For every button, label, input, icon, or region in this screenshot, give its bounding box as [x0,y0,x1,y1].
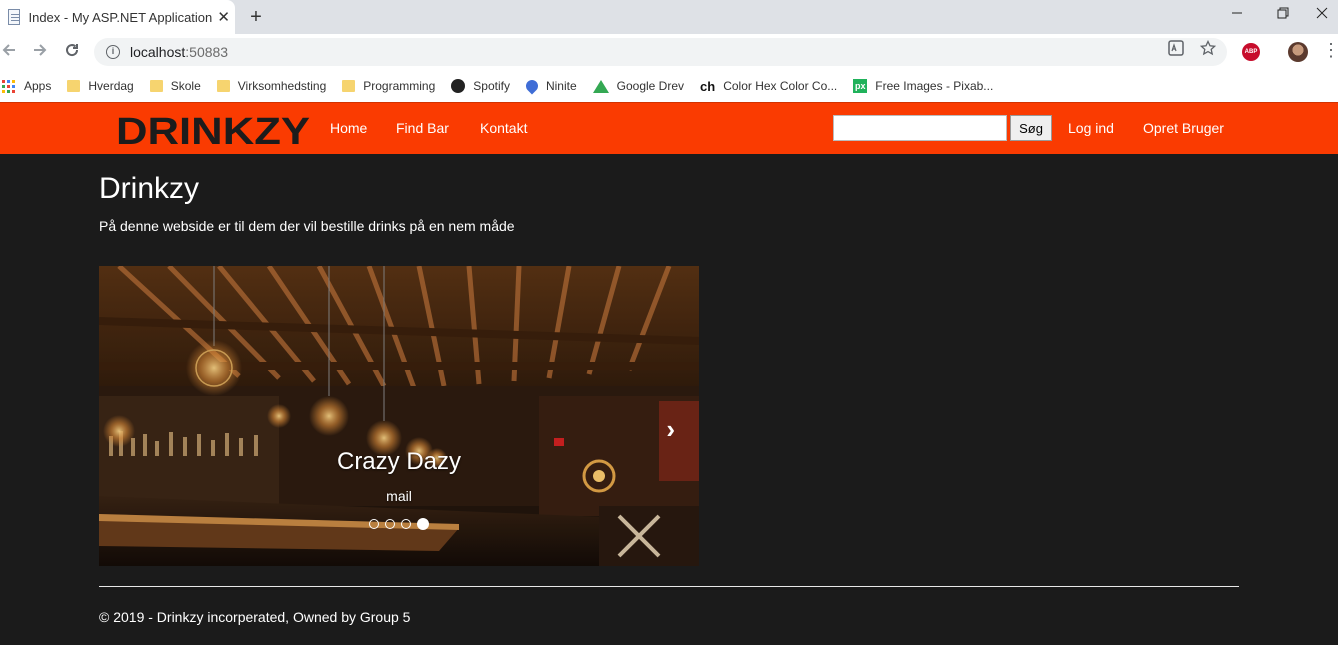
new-tab-button[interactable]: + [243,5,269,29]
bookmark-google-drev[interactable]: Google Drev [592,79,685,93]
browser-toolbar: i localhost:50883 ABP ⋮ [0,34,1338,70]
nav-home[interactable]: Home [330,120,367,136]
back-icon[interactable] [0,39,22,65]
ch-icon: ch [700,79,716,94]
ninite-icon [523,77,541,95]
carousel-caption-subtitle: mail [386,488,412,504]
footer-divider [99,586,1239,587]
bookmark-pixabay[interactable]: px Free Images - Pixab... [853,79,993,93]
site-navbar: DRINKZY Home Find Bar Kontakt Søg Log in… [0,102,1338,154]
folder-icon [216,80,230,92]
carousel-indicators [369,518,429,530]
bookmarks-bar: Apps Hverdag Skole Virksomhedsting Progr… [0,70,1338,102]
bookmark-skole[interactable]: Skole [149,79,201,93]
page-title: Drinkzy [99,172,200,205]
carousel-indicator[interactable] [401,519,411,529]
folder-icon [67,80,81,92]
search-button[interactable]: Søg [1010,115,1052,141]
translate-icon[interactable] [1168,40,1184,60]
nav-find-bar[interactable]: Find Bar [396,120,449,136]
restore-icon[interactable] [1260,0,1306,30]
forward-icon[interactable] [27,39,53,65]
nav-kontakt[interactable]: Kontakt [480,120,527,136]
browser-tab[interactable]: Index - My ASP.NET Application ✕ [0,0,235,34]
carousel-indicator-active[interactable] [417,518,429,530]
nav-login[interactable]: Log ind [1068,120,1114,136]
carousel-indicator[interactable] [385,519,395,529]
bookmark-label: Programming [363,79,436,93]
reload-icon[interactable] [59,39,85,65]
bookmark-hverdag[interactable]: Hverdag [67,79,134,93]
bookmark-star-icon[interactable] [1199,39,1217,60]
bookmark-label: Virksomhedsting [237,79,327,93]
bookmark-label: Ninite [545,79,577,93]
bookmark-label: Free Images - Pixab... [875,79,994,93]
apps-icon [2,79,15,93]
profile-avatar[interactable] [1288,42,1308,62]
site-info-icon[interactable]: i [106,45,120,59]
tab-close-icon[interactable]: ✕ [212,8,235,26]
page-favicon-icon [8,9,21,25]
folder-icon [342,80,356,92]
logo-text: DRINKZY [116,111,310,147]
pixabay-icon: px [853,79,868,93]
carousel-indicator[interactable] [369,519,379,529]
footer-text: © 2019 - Drinkzy incorperated, Owned by … [99,609,411,625]
bookmark-spotify[interactable]: Spotify [451,79,510,93]
bookmark-label: Hverdag [88,79,134,93]
bookmark-virksomhedsting[interactable]: Virksomhedsting [216,79,327,93]
spotify-icon [451,79,466,93]
bookmark-apps[interactable]: Apps [2,79,51,93]
bookmark-color-hex[interactable]: ch Color Hex Color Co... [700,79,838,94]
search-input[interactable] [833,115,1007,141]
carousel-next-icon[interactable]: › [666,416,675,442]
minimize-icon[interactable] [1214,0,1260,30]
url-port: :50883 [185,44,229,60]
bookmark-label: Apps [24,79,52,93]
address-bar[interactable]: i localhost:50883 [94,38,1227,66]
carousel-caption-title: Crazy Dazy [336,448,462,475]
browser-menu-icon[interactable]: ⋮ [1322,40,1338,60]
bookmark-label: Spotify [473,79,510,93]
bookmark-programming[interactable]: Programming [342,79,435,93]
tab-title: Index - My ASP.NET Application [28,9,213,25]
browser-tabstrip: Index - My ASP.NET Application ✕ + [0,0,1338,34]
nav-register[interactable]: Opret Bruger [1143,120,1224,136]
google-drive-icon [592,79,609,93]
url-host: localhost [130,44,186,60]
bookmark-ninite[interactable]: Ninite [523,77,577,95]
close-window-icon[interactable] [1306,0,1338,30]
folder-icon [149,80,163,92]
drinkzy-logo[interactable]: DRINKZY [116,111,312,153]
bookmark-label: Google Drev [616,79,685,93]
image-carousel[interactable]: › Crazy Dazy mail [99,266,699,566]
adblock-plus-icon[interactable]: ABP [1242,43,1260,61]
lead-text: På denne webside er til dem der vil best… [99,218,515,234]
bookmark-label: Skole [170,79,201,93]
bookmark-label: Color Hex Color Co... [723,79,838,93]
